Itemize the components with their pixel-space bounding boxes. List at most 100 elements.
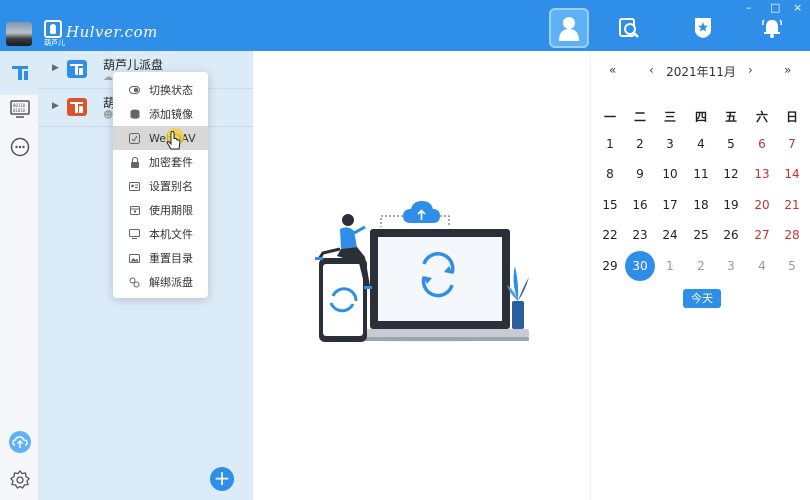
next-month-button[interactable]: › — [748, 63, 753, 77]
calendar-day[interactable]: 5 — [716, 129, 746, 159]
title-bar: 葫芦儿 Hulver.com – □ × — [0, 0, 810, 51]
maximize-button[interactable]: □ — [770, 2, 780, 14]
calendar-day[interactable]: 29 — [595, 251, 625, 281]
calendar-day[interactable]: 21 — [777, 190, 807, 220]
expand-arrow-icon[interactable]: ▶ — [52, 63, 59, 73]
lock-icon — [129, 156, 140, 168]
menu-item-label: 添加镜像 — [149, 108, 193, 121]
weekday-mon: 一 — [603, 110, 616, 124]
binary-icon: 00110 01010 — [9, 100, 30, 118]
menu-item-local-files[interactable]: 本机文件 — [113, 222, 208, 246]
bell-icon — [761, 19, 783, 38]
menu-item-label: 切换状态 — [149, 84, 193, 97]
next-year-button[interactable]: » — [784, 63, 791, 77]
left-rail: 00110 01010 — [0, 51, 39, 500]
calendar-day[interactable]: 4 — [686, 129, 716, 159]
unlink-icon — [129, 277, 140, 287]
disk-user-icon: ☻ — [103, 110, 114, 121]
calendar-day[interactable]: 13 — [747, 159, 777, 189]
calendar-day[interactable]: 2 — [686, 251, 716, 281]
rail-settings-button[interactable] — [0, 458, 39, 500]
calendar-day[interactable]: 10 — [655, 159, 685, 189]
image-icon — [129, 253, 140, 263]
search-doc-icon — [619, 18, 639, 38]
prev-year-button[interactable]: « — [609, 63, 616, 77]
weekday-tue: 二 — [633, 110, 646, 124]
top-user-button[interactable] — [549, 8, 589, 48]
today-button[interactable]: 今天 — [683, 289, 721, 308]
menu-item-encryption[interactable]: 加密套件 — [113, 150, 208, 174]
weekday-fri: 五 — [724, 110, 737, 124]
calendar-day[interactable]: 27 — [747, 220, 777, 250]
database-icon — [129, 109, 140, 119]
calendar-day[interactable]: 3 — [716, 251, 746, 281]
calendar-day[interactable]: 7 — [777, 129, 807, 159]
menu-item-label: 重置目录 — [149, 252, 193, 265]
calendar-day[interactable]: 3 — [655, 129, 685, 159]
calendar-day[interactable]: 11 — [686, 159, 716, 189]
menu-item-label: 使用期限 — [149, 204, 193, 217]
calendar-day[interactable]: 30 — [625, 251, 655, 281]
shield-star-icon — [695, 18, 711, 38]
top-shield-button[interactable] — [683, 8, 723, 48]
logo-gourd-icon — [44, 20, 62, 38]
calendar-day[interactable]: 15 — [595, 190, 625, 220]
calendar-day[interactable]: 28 — [777, 220, 807, 250]
weekday-thu: 四 — [694, 110, 707, 124]
minimize-button[interactable]: – — [746, 2, 752, 14]
calendar-day[interactable]: 20 — [747, 190, 777, 220]
menu-item-reset-directory[interactable]: 重置目录 — [113, 246, 208, 270]
expand-arrow-icon[interactable]: ▶ — [52, 101, 59, 111]
hand-cursor-icon — [166, 128, 184, 150]
menu-item-webdav[interactable]: WebDAV — [113, 126, 208, 150]
user-icon — [559, 17, 579, 41]
calendar-day[interactable]: 14 — [777, 159, 807, 189]
calendar-day[interactable]: 17 — [655, 190, 685, 220]
menu-item-usage-period[interactable]: 使用期限 — [113, 198, 208, 222]
calendar-day[interactable]: 26 — [716, 220, 746, 250]
calendar-day[interactable]: 19 — [716, 190, 746, 220]
calendar-day[interactable]: 4 — [747, 251, 777, 281]
calendar-day[interactable]: 1 — [655, 251, 685, 281]
calendar-day[interactable]: 25 — [686, 220, 716, 250]
calendar-day[interactable]: 8 — [595, 159, 625, 189]
calendar-icon — [129, 205, 140, 215]
menu-item-label: 解绑派盘 — [149, 276, 193, 289]
calendar-day[interactable]: 5 — [777, 251, 807, 281]
svg-text:01010: 01010 — [13, 108, 26, 113]
calendar-day[interactable]: 6 — [747, 129, 777, 159]
calendar-day[interactable]: 1 — [595, 129, 625, 159]
app-window: 葫芦儿 Hulver.com – □ × 00110 01010 ▶ 葫芦儿派盘… — [0, 0, 810, 500]
calendar-panel: 2021年11月 « ‹ › » 一 二 三 四 五 六 日 123456789… — [590, 51, 810, 500]
top-bell-button[interactable] — [752, 8, 792, 48]
menu-item-set-alias[interactable]: 设置别名 — [113, 174, 208, 198]
empty-state-illustration — [315, 201, 533, 342]
top-search-button[interactable] — [609, 8, 649, 48]
calendar-day[interactable]: 2 — [625, 129, 655, 159]
calendar-day[interactable]: 24 — [655, 220, 685, 250]
menu-item-unbind-disk[interactable]: 解绑派盘 — [113, 270, 208, 294]
close-button[interactable]: × — [793, 2, 802, 14]
rail-chat-tab[interactable] — [0, 125, 39, 169]
calendar-day[interactable]: 23 — [625, 220, 655, 250]
logo-text: Hulver.com — [66, 23, 158, 41]
disk-icon — [11, 66, 28, 80]
upload-cloud-icon — [8, 431, 31, 453]
calendar-day[interactable]: 12 — [716, 159, 746, 189]
calendar-day[interactable]: 22 — [595, 220, 625, 250]
menu-item-label: 本机文件 — [149, 228, 193, 241]
menu-item-toggle-status[interactable]: 切换状态 — [113, 78, 208, 102]
settings-icon — [9, 470, 30, 489]
weekday-sun: 日 — [785, 110, 798, 124]
add-disk-button[interactable]: + — [210, 467, 234, 491]
prev-month-button[interactable]: ‹ — [649, 63, 654, 77]
menu-item-add-mirror[interactable]: 添加镜像 — [113, 102, 208, 126]
disk-status-icon: ☁ — [103, 72, 113, 83]
disk-logo-icon — [67, 60, 87, 78]
calendar-day[interactable]: 16 — [625, 190, 655, 220]
calendar-day[interactable]: 9 — [625, 159, 655, 189]
menu-item-label: 设置别名 — [149, 180, 193, 193]
menu-item-label: 加密套件 — [149, 156, 193, 169]
calendar-day[interactable]: 18 — [686, 190, 716, 220]
avatar[interactable] — [6, 22, 32, 46]
